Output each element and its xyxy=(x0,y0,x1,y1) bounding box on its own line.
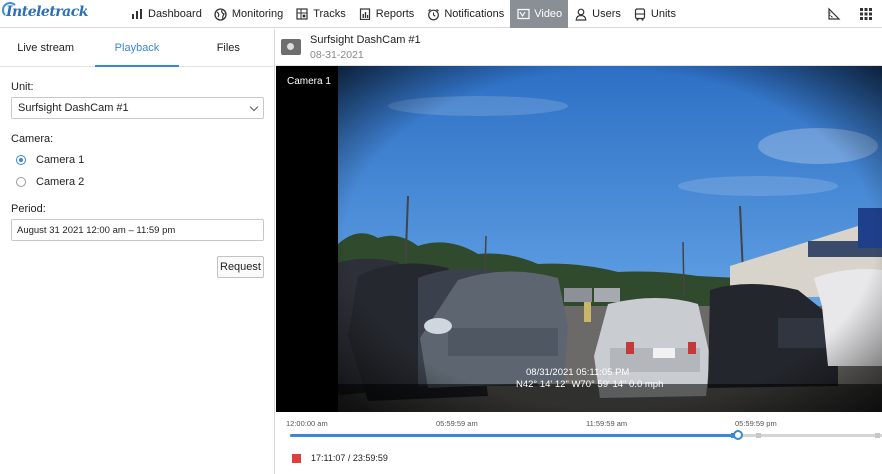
brand-logo[interactable]: Inteletrack xyxy=(0,0,124,28)
nav-dashboard[interactable]: Dashboard xyxy=(124,0,208,28)
playback-timeline: 12:00:00 am 05:59:59 am 11:59:59 am 05:5… xyxy=(276,412,882,474)
timeline-tick: 11:59:59 am xyxy=(586,419,628,428)
nav-monitoring-label: Monitoring xyxy=(231,8,284,20)
tab-playback[interactable]: Playback xyxy=(91,29,182,67)
camera-1-radio[interactable] xyxy=(16,155,26,165)
video-frame: 08/31/2021 05:11:05 PM N42° 14' 12" W70°… xyxy=(338,66,882,412)
nav-reports-label: Reports xyxy=(375,8,415,20)
timeline-knob[interactable] xyxy=(733,430,743,440)
playback-form: Unit: Surfsight DashCam #1 Camera: Camer… xyxy=(0,67,274,255)
tab-files[interactable]: Files xyxy=(183,29,274,66)
camera-1-label: Camera 1 xyxy=(36,154,85,166)
nav-reports[interactable]: Reports xyxy=(352,0,421,28)
alarm-clock-icon xyxy=(426,7,440,21)
timeline-tick: 05:59:59 am xyxy=(436,419,478,428)
user-icon xyxy=(574,7,588,21)
unit-label: Unit: xyxy=(11,81,34,93)
timeline-tick: 12:00:00 am xyxy=(286,419,328,428)
nav-users-label: Users xyxy=(592,8,621,20)
nav-units-label: Units xyxy=(650,8,676,20)
brand-name: Inteletrack xyxy=(6,4,88,20)
nav-notifications[interactable]: Notifications xyxy=(420,0,510,28)
globe-icon xyxy=(214,7,228,21)
dashcam-icon xyxy=(281,39,301,55)
timeline-scrubber[interactable] xyxy=(290,430,882,440)
chevron-down-icon xyxy=(249,102,259,111)
camera-2-option[interactable]: Camera 2 xyxy=(11,171,263,193)
camera-1-option[interactable]: Camera 1 xyxy=(11,149,263,171)
device-name: Surfsight DashCam #1 xyxy=(310,33,421,46)
apps-grid-icon[interactable] xyxy=(850,0,882,28)
video-player[interactable]: Camera 1 08/31/2021 05:11:05 PM N42° 14'… xyxy=(276,66,882,412)
camera-2-label: Camera 2 xyxy=(36,176,85,188)
bar-chart-icon xyxy=(130,7,144,21)
ruler-icon[interactable] xyxy=(818,0,850,28)
timeline-played-bar xyxy=(290,434,738,437)
request-button[interactable]: Request xyxy=(217,256,264,278)
unit-select[interactable]: Surfsight DashCam #1 xyxy=(11,97,264,119)
stop-button[interactable] xyxy=(292,454,301,463)
timeline-marker xyxy=(875,433,880,438)
camera-label: Camera: xyxy=(11,133,54,145)
timeline-tick: 05:59:59 pm xyxy=(735,419,777,428)
video-icon xyxy=(516,7,530,21)
nav-tracks[interactable]: Tracks xyxy=(289,0,352,28)
playback-time: 17:11:07 / 23:59:59 xyxy=(311,453,388,463)
video-camera-label: Camera 1 xyxy=(287,76,331,87)
map-grid-icon xyxy=(295,7,309,21)
nav-users[interactable]: Users xyxy=(568,0,627,28)
camera-2-radio[interactable] xyxy=(16,177,26,187)
top-nav-bar: Inteletrack Dashboard Monitoring Tracks … xyxy=(0,0,882,28)
period-input[interactable]: August 31 2021 12:00 am – 11:59 pm xyxy=(11,219,264,241)
bus-icon xyxy=(633,7,647,21)
player-panel: Surfsight DashCam #1 08-31-2021 Camera 1 xyxy=(276,29,882,474)
video-tabs: Live stream Playback Files xyxy=(0,29,274,67)
unit-select-value: Surfsight DashCam #1 xyxy=(18,102,129,114)
tab-live-stream[interactable]: Live stream xyxy=(0,29,91,66)
playback-sidebar: Live stream Playback Files Unit: Surfsig… xyxy=(0,29,275,474)
video-overlay-location: N42° 14' 12" W70° 59' 14" 0.0 mph xyxy=(516,379,664,390)
timeline-marker xyxy=(756,433,761,438)
device-date: 08-31-2021 xyxy=(310,48,364,61)
nav-notifications-label: Notifications xyxy=(444,8,505,20)
nav-video[interactable]: Video xyxy=(510,0,569,28)
device-header: Surfsight DashCam #1 08-31-2021 xyxy=(276,29,882,66)
video-overlay-datetime: 08/31/2021 05:11:05 PM xyxy=(526,367,630,378)
nav-dashboard-label: Dashboard xyxy=(148,8,202,20)
nav-tracks-label: Tracks xyxy=(313,8,346,20)
report-icon xyxy=(358,7,372,21)
nav-video-label: Video xyxy=(534,8,563,20)
nav-monitoring[interactable]: Monitoring xyxy=(208,0,289,28)
period-label: Period: xyxy=(11,203,46,215)
nav-units[interactable]: Units xyxy=(627,0,682,28)
